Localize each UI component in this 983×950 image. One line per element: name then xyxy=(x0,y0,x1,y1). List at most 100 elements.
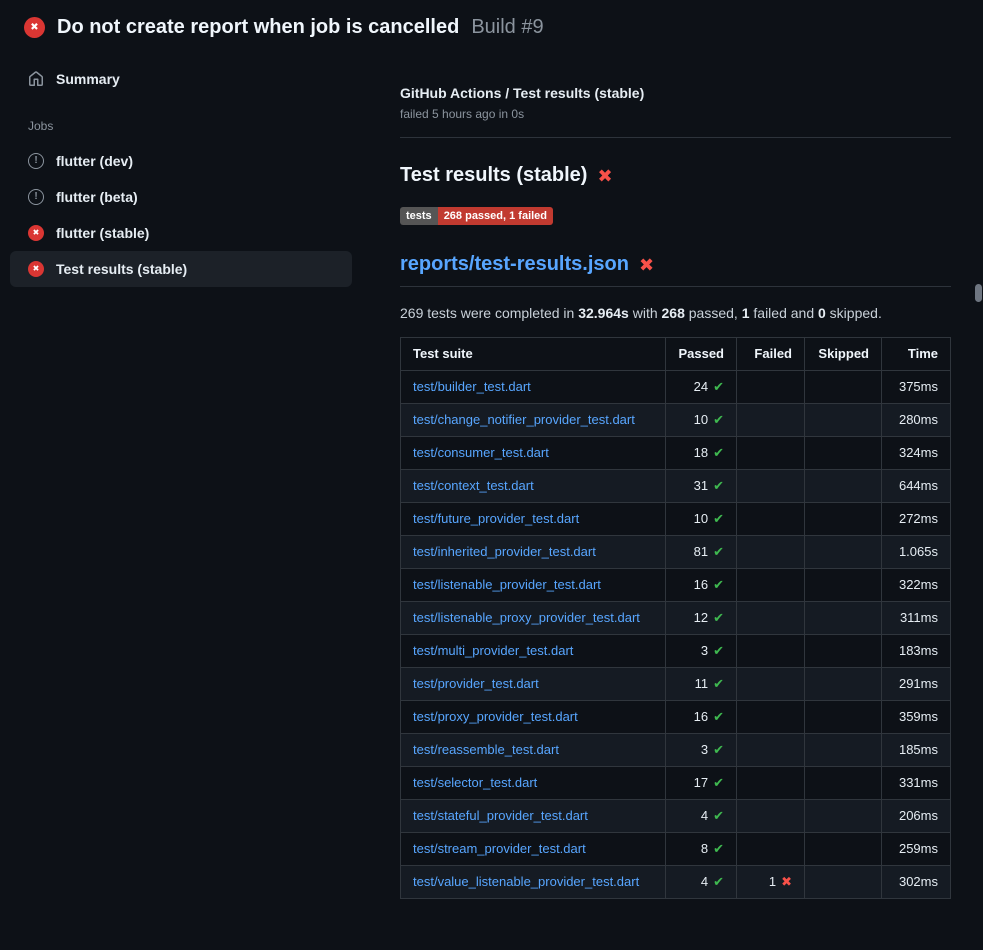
passed-cell: 16✔ xyxy=(666,701,737,734)
test-suite-link[interactable]: test/value_listenable_provider_test.dart xyxy=(413,874,639,889)
failed-cell xyxy=(737,503,805,536)
test-suite-cell: test/consumer_test.dart xyxy=(401,437,666,470)
time-cell: 280ms xyxy=(882,404,951,437)
divider xyxy=(400,137,951,138)
summary-text-part: skipped. xyxy=(826,305,882,321)
time-cell: 259ms xyxy=(882,833,951,866)
content: Summary Jobs ! flutter (dev) ! flutter (… xyxy=(0,45,983,899)
test-suite-link[interactable]: test/inherited_provider_test.dart xyxy=(413,544,596,559)
time-cell: 206ms xyxy=(882,800,951,833)
passed-cell: 8✔ xyxy=(666,833,737,866)
test-suite-link[interactable]: test/listenable_provider_test.dart xyxy=(413,577,601,592)
passed-cell: 3✔ xyxy=(666,635,737,668)
run-title: Do not create report when job is cancell… xyxy=(57,16,459,39)
table-row: test/future_provider_test.dart10✔272ms xyxy=(401,503,951,536)
sidebar-item-flutter-beta[interactable]: ! flutter (beta) xyxy=(10,179,352,215)
test-suite-link[interactable]: test/future_provider_test.dart xyxy=(413,511,579,526)
passed-cell: 4✔ xyxy=(666,866,737,899)
run-status-text: failed 5 hours ago in 0s xyxy=(400,107,951,121)
failed-cell xyxy=(737,800,805,833)
skipped-cell xyxy=(805,734,882,767)
check-icon: ✔ xyxy=(713,577,724,592)
passed-count: 16 xyxy=(694,577,708,592)
passed-count: 18 xyxy=(694,445,708,460)
sidebar-item-flutter-stable[interactable]: ✖ flutter (stable) xyxy=(10,215,352,251)
check-icon: ✔ xyxy=(713,841,724,856)
sidebar-item-summary[interactable]: Summary xyxy=(10,61,352,97)
scrollbar-thumb[interactable] xyxy=(975,284,982,302)
test-suite-cell: test/builder_test.dart xyxy=(401,371,666,404)
failed-cell xyxy=(737,404,805,437)
table-row: test/stateful_provider_test.dart4✔206ms xyxy=(401,800,951,833)
skipped-cell xyxy=(805,833,882,866)
summary-passed-count: 268 xyxy=(662,305,685,321)
failed-cell xyxy=(737,701,805,734)
passed-count: 17 xyxy=(694,775,708,790)
skipped-cell xyxy=(805,437,882,470)
test-suite-link[interactable]: test/multi_provider_test.dart xyxy=(413,643,573,658)
column-header-time: Time xyxy=(882,338,951,371)
test-suite-cell: test/change_notifier_provider_test.dart xyxy=(401,404,666,437)
test-suite-link[interactable]: test/provider_test.dart xyxy=(413,676,539,691)
sidebar-item-label: Summary xyxy=(56,71,120,87)
table-row: test/proxy_provider_test.dart 16✔ 359ms xyxy=(401,701,951,734)
skipped-cell xyxy=(805,371,882,404)
passed-count: 3 xyxy=(701,742,708,757)
test-suite-link[interactable]: test/stateful_provider_test.dart xyxy=(413,808,588,823)
test-suite-link[interactable]: test/context_test.dart xyxy=(413,478,534,493)
test-suite-link[interactable]: test/change_notifier_provider_test.dart xyxy=(413,412,635,427)
report-file-link[interactable]: reports/test-results.json xyxy=(400,253,629,276)
failed-cell: 1✖ xyxy=(737,866,805,899)
passed-cell: 17✔ xyxy=(666,767,737,800)
failed-cell xyxy=(737,734,805,767)
failed-cell xyxy=(737,371,805,404)
test-suite-cell: test/provider_test.dart xyxy=(401,668,666,701)
failed-x-icon: ✖ xyxy=(639,256,654,274)
test-suite-cell: test/reassemble_test.dart xyxy=(401,734,666,767)
test-suite-cell: test/inherited_provider_test.dart xyxy=(401,536,666,569)
check-icon: ✔ xyxy=(713,379,724,394)
time-cell: 324ms xyxy=(882,437,951,470)
failed-cell xyxy=(737,569,805,602)
failed-x-icon: ✖ xyxy=(597,167,612,185)
table-row: test/builder_test.dart24✔375ms xyxy=(401,371,951,404)
failed-cell xyxy=(737,833,805,866)
test-suite-link[interactable]: test/proxy_provider_test.dart xyxy=(413,709,578,724)
sidebar-item-label: Test results (stable) xyxy=(56,261,187,277)
test-suite-cell: test/stream_provider_test.dart xyxy=(401,833,666,866)
skipped-cell xyxy=(805,602,882,635)
column-header-test-suite: Test suite xyxy=(401,338,666,371)
failed-cell xyxy=(737,767,805,800)
table-row: test/change_notifier_provider_test.dart1… xyxy=(401,404,951,437)
tests-summary: 269 tests were completed in 32.964s with… xyxy=(400,305,951,321)
time-cell: 359ms xyxy=(882,701,951,734)
test-suite-link[interactable]: test/listenable_proxy_provider_test.dart xyxy=(413,610,640,625)
passed-count: 12 xyxy=(694,610,708,625)
skipped-cell xyxy=(805,668,882,701)
time-cell: 272ms xyxy=(882,503,951,536)
column-header-passed: Passed xyxy=(666,338,737,371)
test-suite-link[interactable]: test/reassemble_test.dart xyxy=(413,742,559,757)
jobs-section-label: Jobs xyxy=(0,97,400,143)
report-heading: reports/test-results.json ✖ xyxy=(400,253,951,287)
home-icon xyxy=(28,71,44,87)
skipped-cell xyxy=(805,470,882,503)
skipped-cell xyxy=(805,701,882,734)
test-suite-link[interactable]: test/selector_test.dart xyxy=(413,775,537,790)
test-suite-link[interactable]: test/builder_test.dart xyxy=(413,379,531,394)
test-suite-link[interactable]: test/consumer_test.dart xyxy=(413,445,549,460)
time-cell: 1.065s xyxy=(882,536,951,569)
skipped-cell xyxy=(805,536,882,569)
passed-count: 10 xyxy=(694,511,708,526)
sidebar-item-flutter-dev[interactable]: ! flutter (dev) xyxy=(10,143,352,179)
sidebar-item-label: flutter (dev) xyxy=(56,153,133,169)
failed-cell xyxy=(737,470,805,503)
test-suite-link[interactable]: test/stream_provider_test.dart xyxy=(413,841,586,856)
sidebar-item-test-results-stable[interactable]: ✖ Test results (stable) xyxy=(10,251,352,287)
table-row: test/listenable_provider_test.dart16✔322… xyxy=(401,569,951,602)
time-cell: 311ms xyxy=(882,602,951,635)
summary-skipped-count: 0 xyxy=(818,305,826,321)
time-cell: 291ms xyxy=(882,668,951,701)
table-row: test/consumer_test.dart 18 ✔ 324ms xyxy=(401,437,951,470)
check-icon: ✔ xyxy=(713,445,724,460)
